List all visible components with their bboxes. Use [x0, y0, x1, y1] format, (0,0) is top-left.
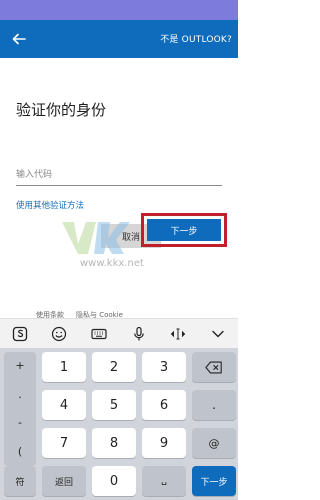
microphone-icon [133, 326, 144, 340]
key-3[interactable]: 3 [142, 352, 186, 382]
minus-key[interactable]: - [4, 409, 36, 438]
collapse-icon [212, 330, 224, 337]
backspace-icon [205, 361, 222, 373]
watermark-text: www.kkx.net [80, 258, 144, 269]
back-arrow-icon [12, 33, 26, 45]
sogou-logo-icon [12, 326, 27, 341]
key-9[interactable]: 9 [142, 428, 186, 458]
status-bar [0, 0, 238, 20]
return-key[interactable]: 返回 [42, 466, 86, 496]
at-key[interactable]: @ [192, 428, 236, 458]
keyboard-switch-button[interactable] [86, 321, 112, 347]
keyboard-icon [91, 328, 107, 339]
paren-key[interactable]: ( [4, 438, 36, 467]
period-key[interactable]: . [192, 390, 236, 420]
plus-key[interactable]: + [4, 352, 36, 381]
keyboard-next-key[interactable]: 下一步 [192, 466, 236, 496]
key-2[interactable]: 2 [92, 352, 136, 382]
space-key[interactable]: ␣ [142, 466, 186, 496]
collapse-keyboard-button[interactable] [205, 321, 231, 347]
key-4[interactable]: 4 [42, 390, 86, 420]
code-input[interactable] [16, 164, 222, 186]
key-0[interactable]: 0 [92, 466, 136, 496]
key-6[interactable]: 6 [142, 390, 186, 420]
page-title: 验证你的身份 [16, 101, 107, 119]
sogou-button[interactable] [7, 321, 33, 347]
not-outlook-link[interactable]: 不是 OUTLOOK? [160, 32, 232, 45]
backspace-key[interactable] [192, 352, 236, 382]
dot-key[interactable]: . [4, 381, 36, 410]
keyboard-toolbar [0, 318, 238, 348]
symbol-column[interactable]: + . - ( [4, 352, 36, 466]
next-button[interactable]: 下一步 [147, 219, 221, 241]
other-verification-link[interactable]: 使用其他验证方法 [16, 199, 84, 211]
key-1[interactable]: 1 [42, 352, 86, 382]
app-bar: 不是 OUTLOOK? [0, 20, 238, 58]
key-5[interactable]: 5 [92, 390, 136, 420]
emoji-icon [52, 326, 67, 341]
cursor-move-icon [171, 328, 186, 339]
numeric-keyboard: + . - ( 1 2 3 4 5 6 . 7 8 9 @ 符 返回 0 ␣ 下… [0, 348, 238, 500]
key-7[interactable]: 7 [42, 428, 86, 458]
voice-input-button[interactable] [126, 321, 152, 347]
cursor-move-button[interactable] [165, 321, 191, 347]
symbol-key[interactable]: 符 [4, 466, 36, 496]
key-8[interactable]: 8 [92, 428, 136, 458]
back-button[interactable] [4, 24, 34, 54]
emoji-button[interactable] [46, 321, 72, 347]
